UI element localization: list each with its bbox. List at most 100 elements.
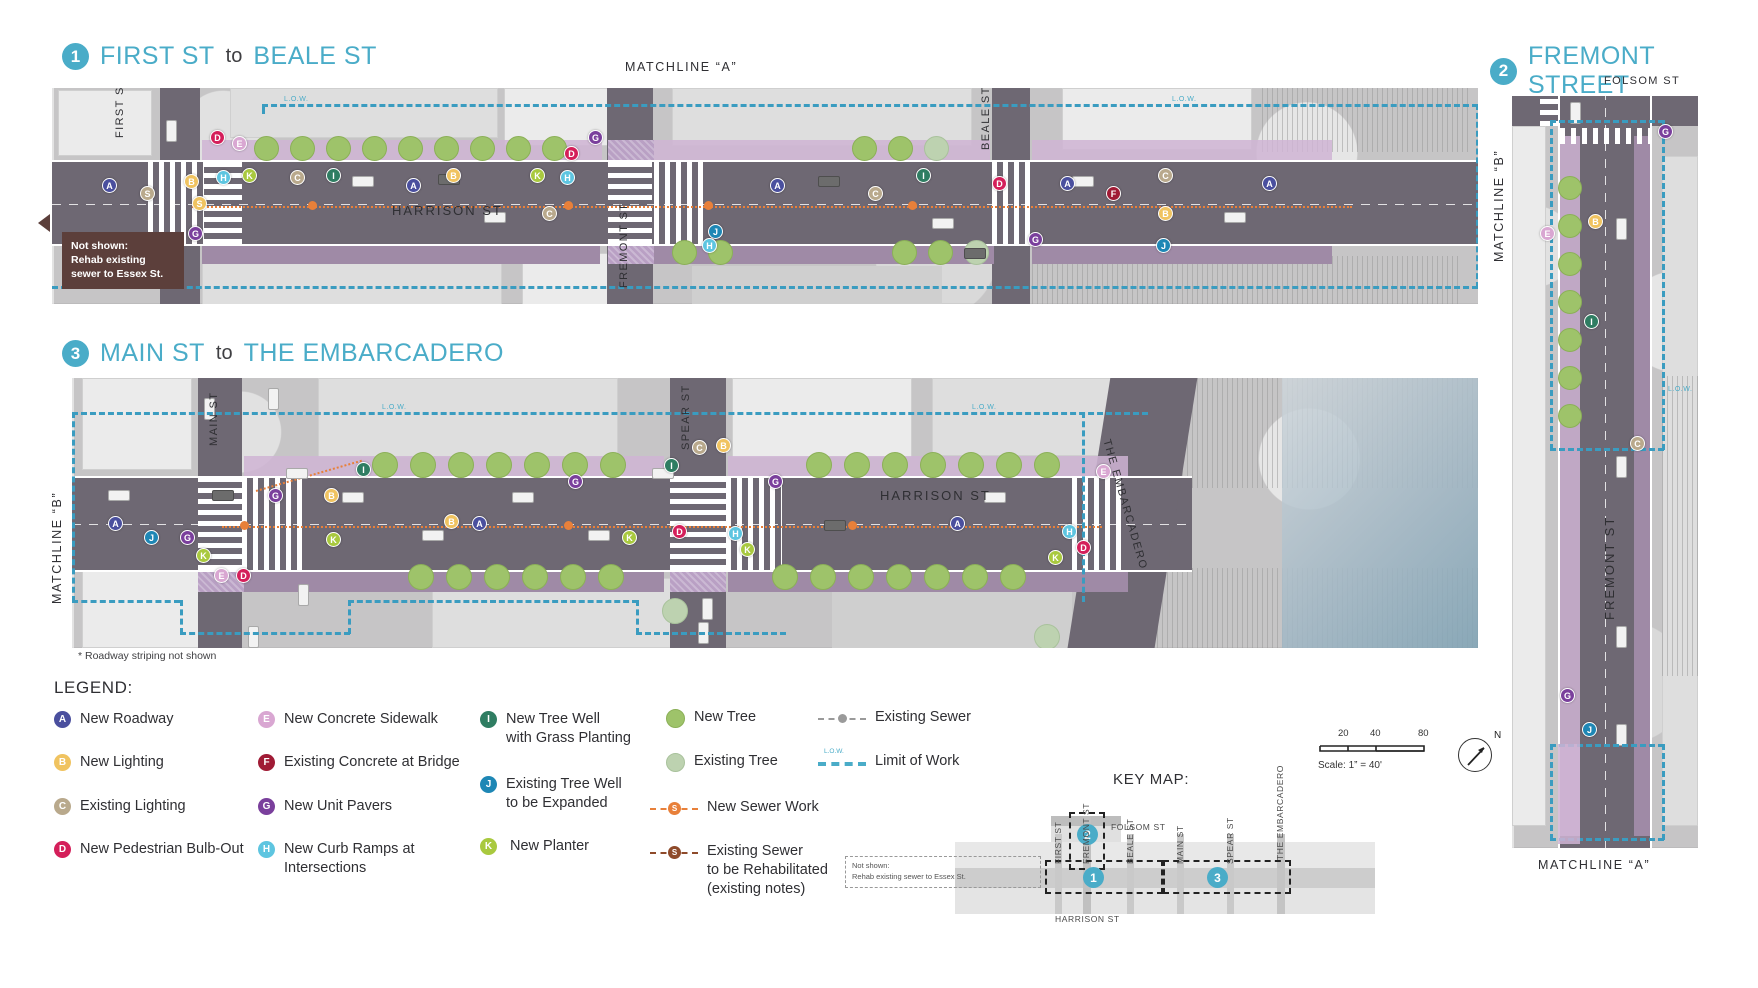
legend-item-existing-lighting[interactable]: C Existing Lighting [54, 797, 186, 816]
plan-marker-K[interactable]: K [196, 548, 211, 563]
legend-item-new-tree[interactable]: New Tree [666, 708, 756, 728]
building-block [732, 378, 912, 458]
legend-item-existing-concrete-at-bridge[interactable]: F Existing Concrete at Bridge [258, 753, 460, 772]
sewer-node-icon [838, 714, 847, 723]
new-tree [362, 136, 387, 161]
plan-marker-I[interactable]: I [326, 168, 341, 183]
plan-marker-J[interactable]: J [708, 224, 723, 239]
plan-marker-S[interactable]: S [140, 186, 155, 201]
legend-item-new-unit-pavers[interactable]: G New Unit Pavers [258, 797, 392, 816]
plan-marker-I[interactable]: I [1584, 314, 1599, 329]
plan-marker-E[interactable]: E [214, 568, 229, 583]
plan-marker-J[interactable]: J [1156, 238, 1171, 253]
plan-marker-H[interactable]: H [216, 170, 231, 185]
plan-marker-D[interactable]: D [210, 130, 225, 145]
plan-marker-E[interactable]: E [1540, 226, 1555, 241]
plan-marker-K[interactable]: K [740, 542, 755, 557]
plan-marker-G[interactable]: G [1658, 124, 1673, 139]
plan-marker-B[interactable]: B [446, 168, 461, 183]
legend-label-existing-concrete-at-bridge: Existing Concrete at Bridge [284, 754, 460, 770]
key-map[interactable]: 2 1 3 FIRST ST FREMONT ST FOLSOM ST BEAL… [845, 765, 1455, 988]
crosswalk [654, 162, 706, 244]
plan-marker-B[interactable]: B [1158, 206, 1173, 221]
plan-marker-D[interactable]: D [1076, 540, 1091, 555]
plan-marker-C[interactable]: C [1158, 168, 1173, 183]
plan-marker-D[interactable]: D [672, 524, 687, 539]
plan-marker-G[interactable]: G [768, 474, 783, 489]
legend-item-new-pedestrian-bulb-out[interactable]: D New Pedestrian Bulb-Out [54, 840, 244, 859]
plan-marker-S[interactable]: S [192, 196, 207, 211]
plan-marker-G[interactable]: G [588, 130, 603, 145]
vehicle [824, 520, 846, 531]
plan-marker-C[interactable]: C [692, 440, 707, 455]
plan-marker-E[interactable]: E [232, 136, 247, 151]
plan-marker-A[interactable]: A [108, 516, 123, 531]
plan-marker-D[interactable]: D [236, 568, 251, 583]
legend-item-new-planter[interactable]: K New Planter [480, 837, 589, 856]
plan-marker-D[interactable]: D [992, 176, 1007, 191]
new-tree [446, 564, 472, 590]
plan-panel-3[interactable]: L.O.W. L.O.W. G A J G K E D B I K B A A … [72, 378, 1478, 648]
plan-marker-B[interactable]: B [184, 174, 199, 189]
plan-marker-B[interactable]: B [1588, 214, 1603, 229]
plan-marker-K[interactable]: K [1048, 550, 1063, 565]
plan-marker-G[interactable]: G [188, 226, 203, 241]
street-label-beale-st: BEALE ST [980, 88, 992, 150]
new-tree [1000, 564, 1026, 590]
plan-marker-H[interactable]: H [1062, 524, 1077, 539]
section-1-title-start: FIRST ST [100, 42, 215, 70]
plan-panel-2[interactable]: L.O.W. G E B I C G J [1512, 96, 1698, 848]
key-map-marker-3[interactable]: 3 [1207, 867, 1228, 888]
plan-marker-K[interactable]: K [242, 168, 257, 183]
plan-marker-A[interactable]: A [950, 516, 965, 531]
legend-item-existing-tree-well[interactable]: J Existing Tree Well to be Expanded [480, 775, 622, 813]
key-map-marker-1[interactable]: 1 [1083, 867, 1104, 888]
plan-marker-K[interactable]: K [622, 530, 637, 545]
plan-marker-D[interactable]: D [564, 146, 579, 161]
plan-marker-G[interactable]: G [180, 530, 195, 545]
plan-marker-C[interactable]: C [1630, 436, 1645, 451]
plan-marker-I[interactable]: I [356, 462, 371, 477]
plan-marker-G[interactable]: G [268, 488, 283, 503]
plan-marker-A[interactable]: A [102, 178, 117, 193]
plan-marker-A[interactable]: A [472, 516, 487, 531]
legend-item-existing-sewer-rehab[interactable]: S Existing Sewer to be Rehabilitated (ex… [650, 842, 828, 899]
plan-marker-H[interactable]: H [560, 170, 575, 185]
plan-marker-B[interactable]: B [444, 514, 459, 529]
plan-marker-F[interactable]: F [1106, 186, 1121, 201]
plan-marker-J[interactable]: J [1582, 722, 1597, 737]
legend-item-new-sewer-work[interactable]: S New Sewer Work [650, 798, 819, 817]
plan-marker-B[interactable]: B [716, 438, 731, 453]
plan-panel-1[interactable]: L.O.W. L.O.W. D E B H K A S S C I B A K … [52, 88, 1478, 304]
plan-marker-C[interactable]: C [290, 170, 305, 185]
legend-item-new-tree-well[interactable]: I New Tree Well with Grass Planting [480, 710, 631, 748]
plan-marker-C[interactable]: C [542, 206, 557, 221]
plan-marker-K[interactable]: K [530, 168, 545, 183]
plan-marker-A[interactable]: A [1262, 176, 1277, 191]
legend-item-new-concrete-sidewalk[interactable]: E New Concrete Sidewalk [258, 710, 438, 729]
plan-marker-A[interactable]: A [406, 178, 421, 193]
legend-item-limit-of-work[interactable]: L.O.W. Limit of Work [818, 748, 959, 771]
plan-marker-G[interactable]: G [1028, 232, 1043, 247]
plan-marker-G[interactable]: G [1560, 688, 1575, 703]
legend-item-existing-sewer[interactable]: Existing Sewer [818, 708, 971, 727]
new-tree [326, 136, 351, 161]
key-map-extent-1[interactable] [1045, 860, 1163, 894]
legend-item-existing-tree[interactable]: Existing Tree [666, 752, 778, 772]
plan-marker-B[interactable]: B [324, 488, 339, 503]
limit-of-work-line [1082, 412, 1085, 602]
legend-item-new-lighting[interactable]: B New Lighting [54, 753, 164, 772]
plan-marker-J[interactable]: J [144, 530, 159, 545]
plan-marker-A[interactable]: A [770, 178, 785, 193]
plan-marker-H[interactable]: H [702, 238, 717, 253]
plan-marker-G[interactable]: G [568, 474, 583, 489]
plan-marker-A[interactable]: A [1060, 176, 1075, 191]
plan-marker-I[interactable]: I [916, 168, 931, 183]
plan-marker-C[interactable]: C [868, 186, 883, 201]
vehicle [818, 176, 840, 187]
plan-marker-K[interactable]: K [326, 532, 341, 547]
legend-item-new-curb-ramps[interactable]: H New Curb Ramps at Intersections [258, 840, 415, 878]
legend-item-new-roadway[interactable]: A New Roadway [54, 710, 174, 729]
plan-marker-H[interactable]: H [728, 526, 743, 541]
plan-marker-I[interactable]: I [664, 458, 679, 473]
